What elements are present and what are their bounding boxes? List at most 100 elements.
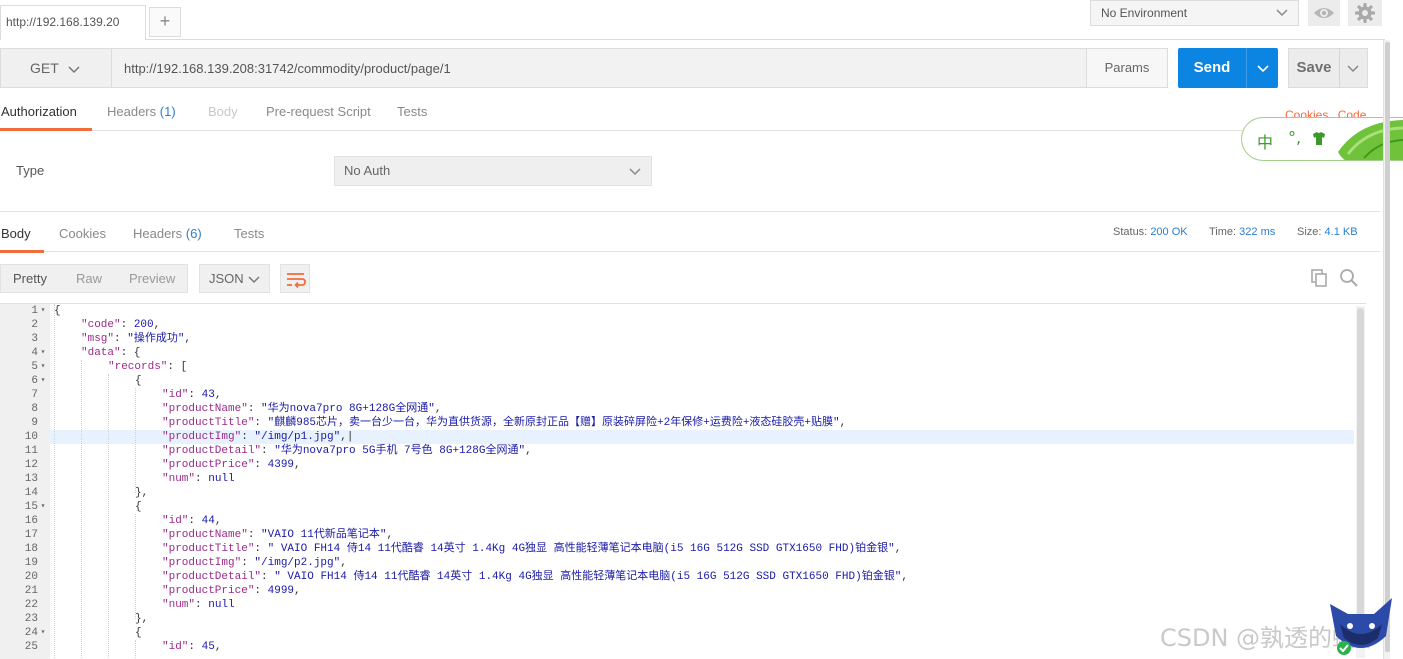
code-text: "num": null [162, 598, 235, 612]
code-text: { [135, 500, 142, 514]
gear-icon [1355, 3, 1375, 23]
response-size: Size: 4.1 KB [1297, 226, 1358, 238]
wrap-lines-button[interactable] [280, 264, 310, 293]
auth-type-select[interactable]: No Auth [334, 156, 652, 186]
code-token: : [188, 641, 202, 653]
time-label: Time: [1209, 226, 1237, 238]
format-select[interactable]: JSON [199, 264, 270, 293]
code-text: }, [135, 612, 148, 626]
code-token: "num" [162, 473, 196, 485]
window-scrollbar[interactable] [1383, 40, 1390, 659]
code-token: { [135, 375, 142, 387]
request-tab[interactable]: http://192.168.139.20 [0, 5, 146, 40]
window-scrollbar-thumb[interactable] [1385, 42, 1390, 652]
code-token: "productTitle" [162, 417, 255, 429]
tab-authorization[interactable]: Authorization [0, 92, 92, 131]
fold-toggle-icon[interactable]: ▾ [39, 500, 47, 514]
fold-toggle-icon[interactable]: ▾ [39, 374, 47, 388]
code-line: 19 "productImg": "/img/p2.jpg", [0, 556, 1366, 570]
tab-response-cookies[interactable]: Cookies [59, 214, 106, 253]
auth-type-label: Type [16, 163, 45, 178]
method-select[interactable]: GET [0, 48, 112, 88]
code-text: "productName": "VAIO 11代新品笔记本", [162, 528, 393, 542]
wrap-lines-icon [287, 273, 306, 289]
line-number: 19 [24, 557, 38, 569]
code-text: "code": 200, [81, 318, 160, 332]
tab-response-body[interactable]: Body [0, 214, 44, 253]
environment-select[interactable]: No Environment [1090, 0, 1299, 26]
ime-punctuation-indicator[interactable]: °, [1288, 128, 1301, 147]
add-tab-button[interactable]: + [149, 7, 181, 37]
indent-guide [135, 514, 136, 619]
save-button[interactable]: Save [1288, 48, 1368, 88]
url-input[interactable] [111, 48, 1087, 88]
tab-headers[interactable]: Headers (1) [107, 92, 176, 131]
code-token: : [241, 431, 255, 443]
code-line: 4 ▾ "data": { [0, 346, 1366, 360]
indent-guide [54, 304, 55, 659]
settings-button[interactable] [1348, 0, 1382, 26]
line-number: 15 [24, 501, 38, 513]
code-line: 10 "productImg": "/img/p1.jpg",| [0, 430, 1366, 444]
size-label: Size: [1297, 226, 1322, 238]
view-mode-pretty[interactable]: Pretty [13, 265, 47, 293]
view-mode-preview[interactable]: Preview [129, 265, 175, 293]
fold-toggle-icon[interactable]: ▾ [39, 304, 47, 318]
code-token: : [254, 543, 268, 555]
ime-toolbar[interactable]: 中 °, [1241, 117, 1403, 161]
leaf-logo-icon [1338, 120, 1403, 160]
code-token: { [135, 627, 142, 639]
tab-pre-request-script[interactable]: Pre-request Script [266, 92, 371, 131]
tab-tests[interactable]: Tests [397, 92, 427, 131]
ime-skin-icon[interactable] [1310, 130, 1328, 148]
code-token: "productPrice" [162, 459, 255, 471]
code-token: : [261, 445, 275, 457]
code-line: 1 ▾{ [0, 304, 1366, 318]
line-number: 10 [24, 431, 38, 443]
format-value: JSON [209, 271, 244, 286]
indent-guide [81, 360, 82, 659]
code-text: "productPrice": 4999, [162, 584, 301, 598]
save-button-label: Save [1296, 59, 1332, 76]
code-token: "华为nova7pro 8G+128G全网通" [261, 403, 435, 415]
line-number: 22 [24, 599, 38, 611]
code-text: "productPrice": 4399, [162, 458, 301, 472]
line-number: 5 [31, 361, 38, 373]
tab-body[interactable]: Body [208, 92, 238, 131]
code-text: "id": 44, [162, 514, 221, 528]
environment-quick-look-button[interactable] [1308, 0, 1340, 26]
line-number: 23 [24, 613, 38, 625]
line-number: 6 [31, 375, 38, 387]
code-token: "麒麟985芯片，卖一台少一台，华为直供货源，全新原封正品【赠】原装碎屏险+2年… [267, 417, 840, 429]
search-icon[interactable] [1339, 268, 1359, 288]
tab-strip: http://192.168.139.20 + No Environment [0, 0, 1385, 40]
fold-toggle-icon[interactable]: ▾ [39, 360, 47, 374]
line-number: 25 [24, 641, 38, 653]
code-token: : [188, 389, 202, 401]
chevron-down-icon[interactable] [1346, 61, 1360, 75]
fold-toggle-icon[interactable]: ▾ [39, 626, 47, 640]
send-button[interactable]: Send [1178, 48, 1278, 88]
line-number: 8 [31, 403, 38, 415]
code-token: " VAIO FH14 侍14 11代酷睿 14英寸 1.4Kg 4G独显 高性… [274, 571, 902, 583]
tab-response-headers-count: (6) [185, 226, 202, 241]
code-line: 17 "productName": "VAIO 11代新品笔记本", [0, 528, 1366, 542]
fold-toggle-icon[interactable]: ▾ [39, 346, 47, 360]
tab-response-tests[interactable]: Tests [234, 214, 264, 253]
params-button[interactable]: Params [1086, 48, 1168, 88]
method-value: GET [30, 60, 59, 76]
ime-mode-indicator[interactable]: 中 [1257, 129, 1273, 153]
eye-icon [1314, 8, 1334, 18]
auth-type-value: No Auth [344, 163, 391, 178]
tab-response-headers[interactable]: Headers (6) [133, 214, 202, 253]
response-body-viewer[interactable]: 1 ▾{2 "code": 200, 3 "msg": "操作成功", 4 ▾ "data":… [0, 303, 1366, 659]
status-value: 200 OK [1150, 226, 1188, 238]
chevron-down-icon[interactable] [1256, 61, 1270, 75]
copy-icon[interactable] [1309, 268, 1329, 288]
code-text: "productImg": "/img/p2.jpg", [162, 556, 347, 570]
code-line: 21 "productPrice": 4999, [0, 584, 1366, 598]
line-number: 9 [31, 417, 38, 429]
view-mode-raw[interactable]: Raw [76, 265, 102, 293]
code-token: , [525, 445, 532, 457]
code-token: }, [135, 487, 149, 499]
